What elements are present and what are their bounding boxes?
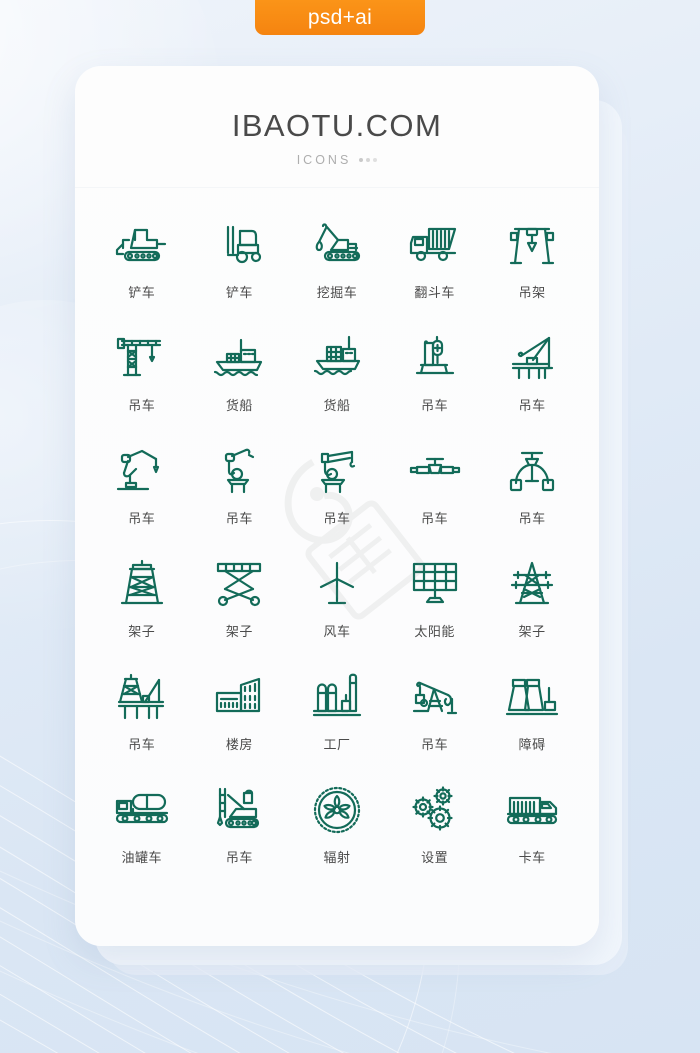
icon-cell[interactable]: 吊车	[483, 327, 581, 440]
subtitle-dots-icon	[359, 158, 378, 162]
water-tower-icon	[120, 553, 164, 615]
icon-cell[interactable]: 吊车	[386, 666, 484, 779]
icon-cell[interactable]: 工厂	[288, 666, 386, 779]
icon-cell[interactable]: 风车	[288, 553, 386, 666]
icon-cell[interactable]: 设置	[386, 779, 484, 892]
icon-label: 货船	[225, 399, 253, 414]
card-subtitle-text: ICONS	[296, 153, 352, 167]
icon-cell[interactable]: 翻斗车	[386, 214, 484, 327]
cooling-tower-icon	[505, 666, 559, 728]
icon-cell[interactable]: 吊车	[191, 440, 289, 553]
container-ship-icon	[309, 327, 365, 389]
icon-grid: 铲车 铲车 挖掘车 翻斗车 吊架 吊车 货船 货船 吊车 吊车 吊车 吊车 吊车…	[75, 188, 599, 892]
icon-cell[interactable]: 架子	[483, 553, 581, 666]
icon-cell[interactable]: 障碍	[483, 666, 581, 779]
factory-tanks-icon	[312, 666, 362, 728]
truck-icon	[504, 779, 560, 841]
tower-crane-icon	[116, 327, 168, 389]
card-header: IBAOTU.COM ICONS	[75, 66, 599, 188]
tanker-truck-icon	[113, 779, 171, 841]
robot-crane-icon	[310, 440, 364, 502]
cargo-ship-icon	[211, 327, 267, 389]
icon-label: 架子	[518, 625, 546, 640]
drill-rig-icon	[212, 779, 266, 841]
icon-set-card: IBAOTU.COM ICONS 铲车 铲车 挖掘车 翻斗车 吊架 吊车 货船 …	[75, 66, 599, 946]
icon-cell[interactable]: 架子	[93, 553, 191, 666]
icon-cell[interactable]: 吊架	[483, 214, 581, 327]
wind-turbine-icon	[315, 553, 359, 615]
icon-cell[interactable]: 吊车	[386, 440, 484, 553]
icon-label: 吊车	[421, 512, 449, 527]
icon-cell[interactable]: 吊车	[93, 440, 191, 553]
solar-panel-icon	[408, 553, 462, 615]
icon-label: 吊车	[128, 738, 156, 753]
icon-cell[interactable]: 吊车	[93, 666, 191, 779]
icon-label: 吊车	[225, 851, 253, 866]
bulldozer-icon	[113, 214, 171, 276]
icon-label: 挖掘车	[316, 286, 358, 301]
icon-label: 吊车	[128, 399, 156, 414]
icon-label: 风车	[323, 625, 351, 640]
offshore-crane-icon	[505, 327, 559, 389]
icon-label: 吊车	[518, 399, 546, 414]
pipe-valve-icon	[407, 440, 463, 502]
icon-label: 吊架	[518, 286, 546, 301]
icon-cell[interactable]: 货船	[288, 327, 386, 440]
icon-label: 吊车	[225, 512, 253, 527]
icon-cell[interactable]: 吊车	[191, 779, 289, 892]
icon-cell[interactable]: 吊车	[288, 440, 386, 553]
icon-label: 吊车	[128, 512, 156, 527]
icon-label: 太阳能	[414, 625, 455, 640]
oil-rig-icon	[115, 666, 169, 728]
pumpjack-icon	[408, 666, 462, 728]
icon-label: 架子	[225, 625, 253, 640]
robot-arm-icon	[114, 440, 170, 502]
icon-label: 吊车	[518, 512, 546, 527]
dump-truck-icon	[407, 214, 463, 276]
icon-cell[interactable]: 吊车	[93, 327, 191, 440]
icon-cell[interactable]: 铲车	[191, 214, 289, 327]
icon-cell[interactable]: 楼房	[191, 666, 289, 779]
icon-label: 辐射	[323, 851, 351, 866]
icon-cell[interactable]: 铲车	[93, 214, 191, 327]
icon-label: 货船	[323, 399, 351, 414]
icon-cell[interactable]: 挖掘车	[288, 214, 386, 327]
icon-label: 吊车	[323, 512, 351, 527]
forklift-icon	[214, 214, 264, 276]
icon-label: 铲车	[225, 286, 253, 301]
icon-cell[interactable]: 吊车	[386, 327, 484, 440]
icon-cell[interactable]: 卡车	[483, 779, 581, 892]
building-icon	[211, 666, 267, 728]
icon-label: 铲车	[128, 286, 156, 301]
icon-cell[interactable]: 吊车	[483, 440, 581, 553]
icon-cell[interactable]: 太阳能	[386, 553, 484, 666]
icon-label: 油罐车	[121, 851, 163, 866]
radiation-fan-icon	[312, 779, 362, 841]
icon-label: 翻斗车	[414, 286, 455, 301]
icon-label: 吊车	[421, 738, 449, 753]
icon-label: 障碍	[518, 738, 546, 753]
icon-label: 架子	[128, 625, 156, 640]
excavator-icon	[309, 214, 365, 276]
icon-label: 楼房	[225, 738, 253, 753]
icon-label: 设置	[421, 851, 449, 866]
card-subtitle: ICONS	[75, 153, 599, 167]
robot-arm-small-icon	[216, 440, 262, 502]
icon-label: 卡车	[518, 851, 546, 866]
press-machine-icon	[413, 327, 457, 389]
icon-label: 工厂	[323, 738, 351, 753]
page-title: IBAOTU.COM	[231, 108, 443, 143]
icon-label: 吊车	[421, 399, 449, 414]
gears-icon	[409, 779, 461, 841]
icon-cell[interactable]: 油罐车	[93, 779, 191, 892]
format-badge: psd+ai	[255, 0, 425, 35]
icon-cell[interactable]: 辐射	[288, 779, 386, 892]
pipe-arch-valve-icon	[506, 440, 558, 502]
icon-cell[interactable]: 货船	[191, 327, 289, 440]
icon-cell[interactable]: 架子	[191, 553, 289, 666]
format-badge-label: psd+ai	[307, 5, 373, 29]
gantry-crane-icon	[507, 214, 557, 276]
power-pylon-icon	[508, 553, 556, 615]
scissor-lift-icon	[212, 553, 266, 615]
